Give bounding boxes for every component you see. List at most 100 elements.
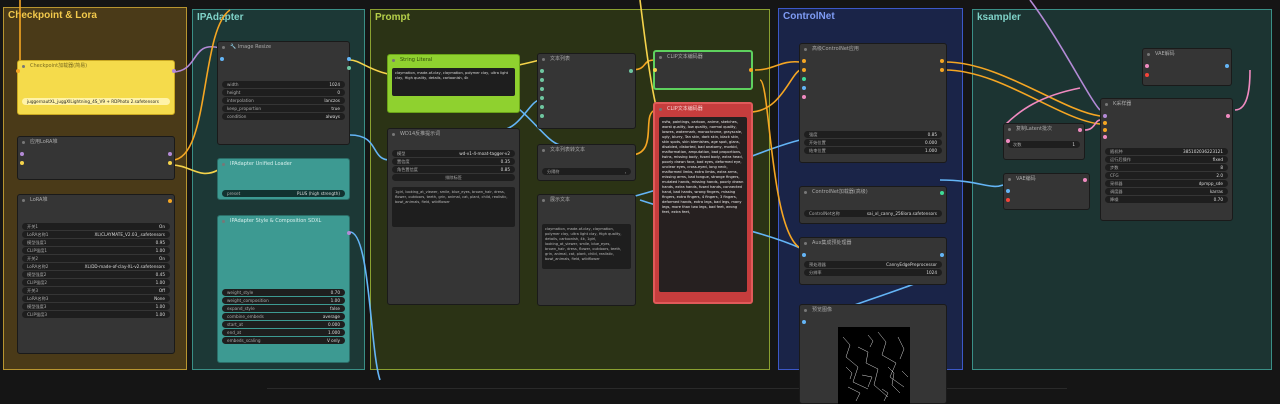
- input-port[interactable]: [802, 77, 806, 81]
- widget-row[interactable]: height 0: [222, 89, 345, 96]
- input-port[interactable]: [802, 320, 806, 324]
- widget-row[interactable]: CFG 2.0: [1105, 172, 1228, 179]
- widget-row[interactable]: 开始位置 0.000: [804, 139, 942, 146]
- widget-row[interactable]: 置信度 0.35: [392, 158, 515, 165]
- widget-row[interactable]: 运行后操作 fixed: [1105, 156, 1228, 163]
- output-port[interactable]: [940, 253, 944, 257]
- widget-row[interactable]: combine_embeds average: [222, 313, 345, 320]
- input-port[interactable]: [802, 95, 806, 99]
- output-port[interactable]: [1226, 114, 1230, 118]
- widget-row[interactable]: embeds_scaling V only: [222, 337, 345, 344]
- widget-row[interactable]: 模型 wd-v1-4-moat-tagger-v2: [392, 150, 515, 157]
- input-port[interactable]: [1103, 114, 1107, 118]
- widget-row[interactable]: CLIP强度3 1.00: [22, 311, 170, 318]
- string-literal-node[interactable]: String Literal claymation, made-of-clay,…: [387, 54, 520, 113]
- lora-apply-node[interactable]: 应用LoRA堆: [17, 136, 175, 180]
- preview-image-node[interactable]: 预览图像: [799, 304, 947, 404]
- negative-prompt-text[interactable]: nsfw, paintings, cartoon, anime, sketche…: [659, 117, 747, 292]
- widget-row[interactable]: 采样器 dpmpp_sde: [1105, 180, 1228, 187]
- input-port[interactable]: [20, 152, 24, 156]
- input-port[interactable]: [802, 59, 806, 63]
- widget-row[interactable]: 降噪 0.70: [1105, 196, 1228, 203]
- text-join-node[interactable]: 文本列表转文本 分隔符,: [537, 144, 636, 181]
- widget-row[interactable]: interpolation lanczos: [222, 97, 345, 104]
- ksampler-node[interactable]: K采样器 随机种 385102036223121 运行后操作 fixed 步数 8 CFG 2…: [1100, 98, 1233, 221]
- output-port[interactable]: [940, 68, 944, 72]
- widget-row[interactable]: 角色置信度 0.85: [392, 166, 515, 173]
- widget-row[interactable]: 强度 0.85: [804, 131, 942, 138]
- output-port[interactable]: [629, 69, 633, 73]
- output-port[interactable]: [172, 69, 176, 73]
- widget-row[interactable]: 开关2 On: [22, 255, 170, 262]
- controlnet-name-select[interactable]: ControlNet名称 sai_xl_canny_256lora.safeten…: [804, 210, 942, 217]
- output-port[interactable]: [749, 68, 753, 72]
- vae-decode-node[interactable]: VAE解码: [1142, 48, 1232, 86]
- input-port[interactable]: [802, 86, 806, 90]
- widget-row[interactable]: 预处理器 CannyEdgePreprocessor: [804, 261, 942, 268]
- output-port[interactable]: [347, 231, 351, 235]
- input-port[interactable]: [1145, 73, 1149, 77]
- output-port[interactable]: [1083, 178, 1087, 182]
- preset-select[interactable]: preset PLUS (high strength): [222, 190, 345, 197]
- input-port[interactable]: [1145, 64, 1149, 68]
- string-literal-text[interactable]: claymation, made-of-clay, claymation, po…: [392, 68, 515, 96]
- widget-row[interactable]: 步数 8: [1105, 164, 1228, 171]
- ckpt-name-select[interactable]: juggernautXL_juggXILightning_4S_V9 + RDP…: [22, 98, 170, 105]
- input-port[interactable]: [20, 161, 24, 165]
- output-port[interactable]: [168, 199, 172, 203]
- output-port[interactable]: [347, 66, 351, 70]
- latent-batch-node[interactable]: 复制Latent批次 次数 1: [1003, 123, 1085, 160]
- controlnet-apply-node[interactable]: 高级ControlNet应用 强度 0.85 开始位置 0.000 结束位置 1.000: [799, 43, 947, 163]
- input-port[interactable]: [540, 96, 544, 100]
- output-port[interactable]: [168, 161, 172, 165]
- output-port[interactable]: [16, 69, 20, 73]
- wd14-node[interactable]: WD14反推提示词 模型 wd-v1-4-moat-tagger-v2 置信度 0.3…: [387, 128, 520, 305]
- widget-row[interactable]: 调度器 karras: [1105, 188, 1228, 195]
- input-port[interactable]: [540, 78, 544, 82]
- output-port[interactable]: [347, 57, 351, 61]
- input-port[interactable]: [1006, 139, 1010, 143]
- input-port[interactable]: [1006, 189, 1010, 193]
- widget-row[interactable]: weight_composition 1.00: [222, 297, 345, 304]
- input-port[interactable]: [802, 68, 806, 72]
- input-port[interactable]: [220, 57, 224, 61]
- widget-row[interactable]: 模型强度2 0.45: [22, 271, 170, 278]
- clip-positive-node[interactable]: CLIP文本编码器: [653, 50, 753, 90]
- widget-row[interactable]: 模型强度3 1.00: [22, 303, 170, 310]
- ipadapter-style-node[interactable]: IPAdapter Style & Composition SDXL weigh…: [217, 215, 351, 363]
- input-port[interactable]: [1103, 135, 1107, 139]
- widget-row[interactable]: width 1024: [222, 81, 345, 88]
- input-port[interactable]: [802, 253, 806, 257]
- widget-row[interactable]: expand_style false: [222, 305, 345, 312]
- separator-input[interactable]: 分隔符,: [542, 168, 631, 175]
- widget-row[interactable]: 开关3 Off: [22, 287, 170, 294]
- widget-row[interactable]: 随机种 385102036223121: [1105, 148, 1228, 155]
- clip-negative-node[interactable]: CLIP文本编码器 nsfw, paintings, cartoon, anim…: [653, 102, 753, 304]
- ipadapter-unified-node[interactable]: IPAdapter Unified Loader preset PLUS (hig…: [217, 158, 350, 200]
- input-port[interactable]: [540, 87, 544, 91]
- widget-row[interactable]: 分辨率 1024: [804, 269, 942, 276]
- widget-row[interactable]: LoRA名称2 XL\DD-made-of-clay-XL-v2.safetens…: [22, 263, 170, 270]
- text-list-node[interactable]: 文本列表: [537, 53, 636, 129]
- show-text-node[interactable]: 展示文本 claymation, made-of-clay, claymatio…: [537, 194, 636, 306]
- controlnet-loader-node[interactable]: ControlNet加载器(高级) ControlNet名称 sai_xl_can…: [799, 186, 947, 224]
- image-resize-node[interactable]: 🔧 Image Resize width 1024 height 0 interpola…: [217, 41, 351, 145]
- widget-row[interactable]: weight_style 0.70: [222, 289, 345, 296]
- checkpoint-loader-node[interactable]: Checkpoint加载器(简易) juggernautXL_juggXILig…: [16, 60, 176, 115]
- widget-row[interactable]: CLIP强度1 1.00: [22, 247, 170, 254]
- widget-row[interactable]: end_at 1.000: [222, 329, 345, 336]
- widget-row[interactable]: LoRA名称3 None: [22, 295, 170, 302]
- input-port[interactable]: [653, 68, 657, 72]
- exclude-tags-button[interactable]: 排除标签: [392, 174, 515, 181]
- output-port[interactable]: [168, 152, 172, 156]
- aux-preprocessor-node[interactable]: Aux集成预处理器 预处理器 CannyEdgePreprocessor 分辨率 10…: [799, 237, 947, 285]
- batch-count-stepper[interactable]: 次数 1: [1008, 141, 1080, 148]
- input-port[interactable]: [1006, 198, 1010, 202]
- widget-row[interactable]: condition always: [222, 113, 345, 120]
- output-port[interactable]: [1225, 64, 1229, 68]
- lora-stack-node[interactable]: LoRA堆 开关1 On LoRA名称1 XL\CLAYMATE_V2.03_.saf…: [17, 194, 175, 354]
- output-port[interactable]: [1078, 128, 1082, 132]
- input-port[interactable]: [540, 114, 544, 118]
- input-port[interactable]: [540, 69, 544, 73]
- output-port[interactable]: [940, 191, 944, 195]
